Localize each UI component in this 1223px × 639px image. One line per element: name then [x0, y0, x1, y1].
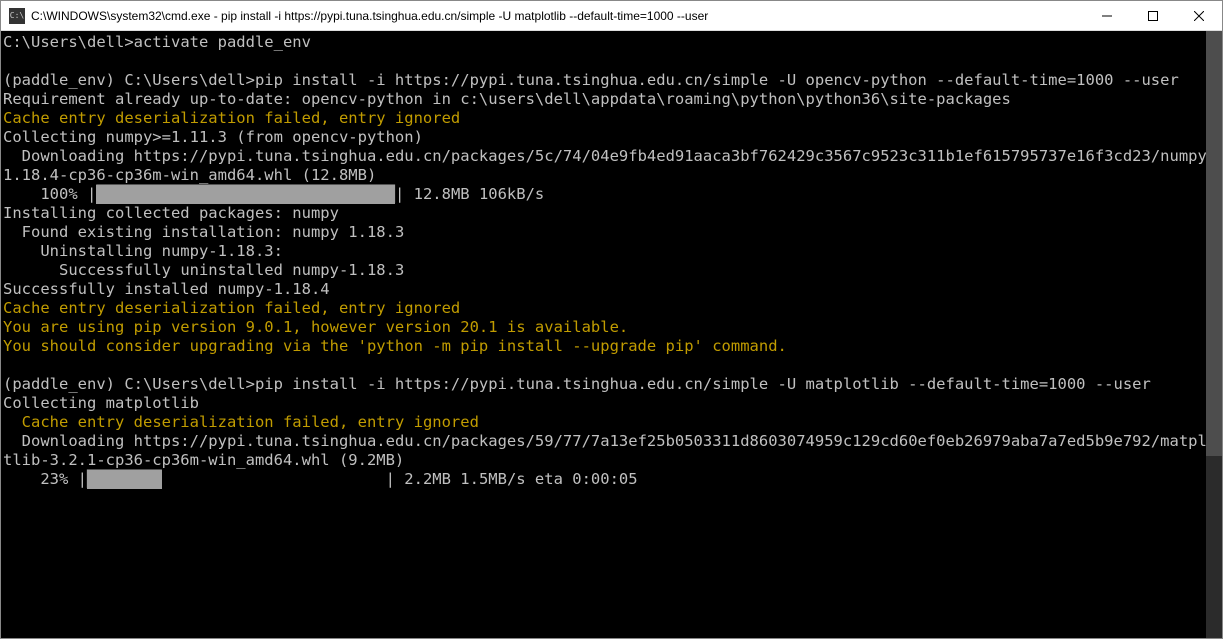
warning-line: Cache entry deserialization failed, entr…	[3, 299, 460, 317]
output-line: Installing collected packages: numpy	[3, 204, 339, 222]
terminal-output[interactable]: C:\Users\dell>activate paddle_env (paddl…	[1, 31, 1222, 638]
output-line: Collecting numpy>=1.11.3 (from opencv-py…	[3, 128, 423, 146]
prompt: C:\Users\dell>	[3, 33, 134, 51]
output-line: Downloading https://pypi.tuna.tsinghua.e…	[3, 432, 1216, 469]
output-line: Collecting matplotlib	[3, 394, 199, 412]
progress-tail: | 12.8MB 106kB/s	[395, 185, 544, 203]
output-line: Found existing installation: numpy 1.18.…	[3, 223, 404, 241]
close-button[interactable]	[1176, 1, 1222, 30]
progress-bar-full: ████████████████████████████████	[96, 185, 395, 204]
progress-percent: 100% |	[3, 185, 96, 203]
cmd-window: C:\ C:\WINDOWS\system32\cmd.exe - pip in…	[0, 0, 1223, 639]
warning-line: You should consider upgrading via the 'p…	[3, 337, 787, 355]
warning-line: Cache entry deserialization failed, entr…	[3, 413, 479, 431]
scrollbar-thumb[interactable]	[1206, 31, 1222, 456]
window-title: C:\WINDOWS\system32\cmd.exe - pip instal…	[31, 9, 1084, 23]
warning-line: You are using pip version 9.0.1, however…	[3, 318, 628, 336]
titlebar[interactable]: C:\ C:\WINDOWS\system32\cmd.exe - pip in…	[1, 1, 1222, 31]
progress-bar-partial: ████████	[87, 470, 162, 489]
output-line: Successfully installed numpy-1.18.4	[3, 280, 330, 298]
progress-tail: | 2.2MB 1.5MB/s eta 0:00:05	[386, 470, 638, 488]
maximize-button[interactable]	[1130, 1, 1176, 30]
scrollbar[interactable]	[1206, 31, 1222, 638]
progress-percent: 23% |	[3, 470, 87, 488]
output-line: (paddle_env) C:\Users\dell>pip install -…	[3, 375, 1151, 393]
output-line: Downloading https://pypi.tuna.tsinghua.e…	[3, 147, 1216, 184]
command-text: activate paddle_env	[134, 33, 311, 51]
output-line: Successfully uninstalled numpy-1.18.3	[3, 261, 404, 279]
output-line: (paddle_env) C:\Users\dell>pip install -…	[3, 71, 1179, 89]
window-controls	[1084, 1, 1222, 30]
output-line: Uninstalling numpy-1.18.3:	[3, 242, 283, 260]
progress-space	[162, 470, 386, 488]
cmd-icon: C:\	[9, 8, 25, 24]
warning-line: Cache entry deserialization failed, entr…	[3, 109, 460, 127]
minimize-button[interactable]	[1084, 1, 1130, 30]
output-line: Requirement already up-to-date: opencv-p…	[3, 90, 1011, 108]
